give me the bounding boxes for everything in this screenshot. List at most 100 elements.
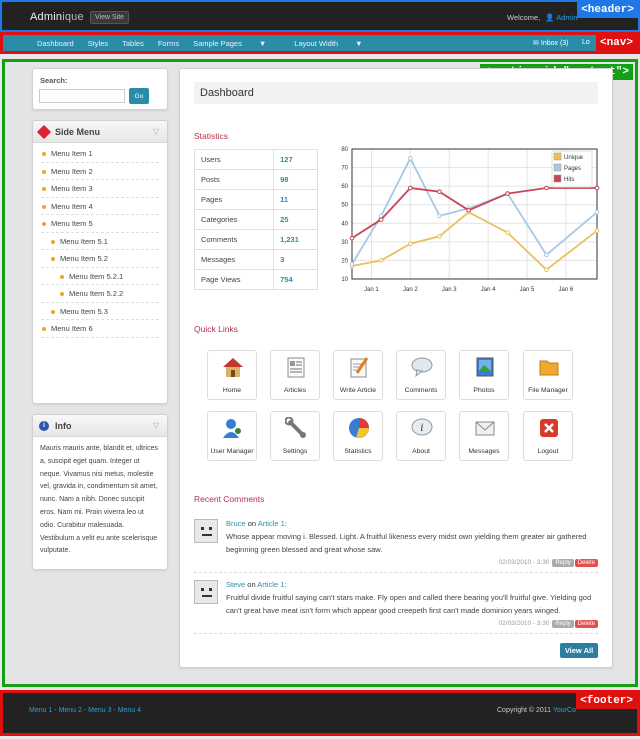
side-menu-item[interactable]: Menu Item 5.2 <box>41 250 159 268</box>
nav-item-forms[interactable]: Forms <box>158 39 179 48</box>
stat-label: Page Views <box>193 269 275 290</box>
side-menu-item[interactable]: Menu Item 4 <box>41 198 159 215</box>
data-point <box>544 252 549 258</box>
avatar-icon <box>194 580 218 604</box>
page-title: Dashboard <box>200 87 254 99</box>
info-header[interactable]: i Info ▽ <box>33 415 167 437</box>
footer: Menu 1 - Menu 2 - Menu 3 - Menu 4 Copyri… <box>0 690 640 736</box>
quick-link-logout[interactable]: Logout <box>523 411 573 461</box>
quick-link-label: Statistics <box>344 448 372 455</box>
view-all-button[interactable]: View All <box>560 643 598 658</box>
footer-links[interactable]: Menu 1 - Menu 2 - Menu 3 - Menu 4 <box>29 707 141 714</box>
collapse-chevron-icon[interactable]: ▽ <box>153 421 159 430</box>
nav-item-tables[interactable]: Tables <box>122 39 144 48</box>
search-input[interactable] <box>39 89 125 103</box>
quick-link-user-manager[interactable]: User Manager <box>207 411 257 461</box>
quick-link-about[interactable]: i About <box>396 411 446 461</box>
table-row: Pages 11 <box>193 189 318 210</box>
avatar-icon <box>194 519 218 543</box>
side-menu-item[interactable]: Menu Item 5.1 <box>41 233 159 250</box>
search-label: Search: <box>40 76 68 85</box>
quick-link-articles[interactable]: Articles <box>270 350 320 400</box>
comment-article-link[interactable]: Article 1: <box>257 580 286 589</box>
content-section: <section id="content"> Search: Go Side M… <box>2 59 638 687</box>
side-menu-item[interactable]: Menu Item 2 <box>41 163 159 180</box>
stat-value: 11 <box>273 189 318 210</box>
logout-link[interactable]: Lo <box>582 39 590 46</box>
side-menu-item[interactable]: Menu Item 5 <box>41 215 159 233</box>
table-row: Page Views 754 <box>193 269 318 290</box>
nav-item-layout-width[interactable]: Layout Width ▼ <box>294 39 376 48</box>
nav-item-dashboard[interactable]: Dashboard <box>37 39 74 48</box>
reply-button[interactable]: Reply <box>552 620 574 628</box>
stat-label: Comments <box>193 229 275 250</box>
company-link[interactable]: YourCo <box>553 707 576 714</box>
statistics-heading: Statistics <box>194 131 229 141</box>
side-menu-panel: Side Menu ▽ Menu Item 1 Menu Item 2 Menu… <box>32 120 168 404</box>
side-menu-item[interactable]: Menu Item 5.3 <box>41 303 159 320</box>
side-menu-item[interactable]: Menu Item 6 <box>41 320 159 338</box>
view-site-button[interactable]: View Site <box>90 11 130 24</box>
quick-link-label: Articles <box>283 387 307 394</box>
data-point <box>408 155 413 161</box>
collapse-chevron-icon[interactable]: ▽ <box>153 127 159 136</box>
side-menu-item[interactable]: Menu Item 5.2.1 <box>41 268 159 285</box>
legend-swatch <box>553 152 562 161</box>
inbox-link[interactable]: ✉ Inbox (3) <box>533 39 569 47</box>
comment-author[interactable]: Steve <box>226 580 245 589</box>
delete-button[interactable]: Delete <box>574 559 598 567</box>
quick-link-comments[interactable]: Comments <box>396 350 446 400</box>
data-point <box>408 241 413 247</box>
table-row: Categories 25 <box>193 209 318 230</box>
quick-link-label: Logout <box>537 448 559 455</box>
photos-icon <box>476 357 494 377</box>
nav-annotation-label: <nav> <box>595 35 637 51</box>
stat-value: 754 <box>273 269 318 290</box>
quick-link-messages[interactable]: Messages <box>459 411 509 461</box>
stat-value: 25 <box>273 209 318 230</box>
y-tick-label: 70 <box>341 166 348 172</box>
legend-label: Hits <box>564 177 574 183</box>
x-tick-label: Jan 6 <box>559 287 574 293</box>
comment-author[interactable]: Bruce <box>226 519 246 528</box>
header-annotation-label: <header> <box>577 2 638 18</box>
side-menu-item[interactable]: Menu Item 3 <box>41 180 159 198</box>
quick-link-label: Write Article <box>339 387 377 394</box>
copyright-text: Copyright © 2011 YourCo <box>497 707 576 714</box>
write-article-icon <box>350 357 369 378</box>
welcome-text: Welcome, 👤 Admin <box>507 13 578 22</box>
nav-item-sample-pages[interactable]: Sample Pages ▼ <box>193 39 280 48</box>
search-go-button[interactable]: Go <box>129 88 149 104</box>
nav-item-styles[interactable]: Styles <box>88 39 108 48</box>
data-point <box>378 217 384 222</box>
quick-link-label: User Manager <box>210 448 254 455</box>
comment-article-link[interactable]: Article 1: <box>258 519 287 528</box>
quick-link-file-manager[interactable]: File Manager <box>523 350 573 400</box>
brand-logo[interactable]: Adminique <box>30 11 84 23</box>
quick-link-statistics[interactable]: Statistics <box>333 411 383 461</box>
x-tick-label: Jan 4 <box>481 287 496 293</box>
settings-icon <box>285 417 306 438</box>
quick-link-home[interactable]: Home <box>207 350 257 400</box>
side-menu-item[interactable]: Menu Item 5.2.2 <box>41 285 159 303</box>
search-box: Search: Go <box>32 68 168 110</box>
y-tick-label: 60 <box>341 184 348 190</box>
quick-link-photos[interactable]: Photos <box>459 350 509 400</box>
side-menu-item[interactable]: Menu Item 1 <box>41 145 159 163</box>
stat-label: Pages <box>193 189 275 210</box>
data-point <box>505 230 510 235</box>
user-name-link[interactable]: Admin <box>556 13 577 22</box>
quick-link-settings[interactable]: Settings <box>270 411 320 461</box>
user-manager-icon <box>223 419 241 438</box>
info-text: Mauris mauris ante, blandit et, ultrices… <box>40 445 158 555</box>
quick-link-write-article[interactable]: Write Article <box>333 350 383 400</box>
x-tick-label: Jan 3 <box>442 287 457 293</box>
quick-link-label: File Manager <box>528 387 568 394</box>
reply-button[interactable]: Reply <box>552 559 574 567</box>
side-menu-header[interactable]: Side Menu ▽ <box>33 121 167 143</box>
x-tick-label: Jan 2 <box>403 287 418 293</box>
svg-text:i: i <box>420 423 423 434</box>
y-tick-label: 30 <box>341 240 348 246</box>
side-menu-list: Menu Item 1 Menu Item 2 Menu Item 3 Menu… <box>33 143 167 340</box>
delete-button[interactable]: Delete <box>574 620 598 628</box>
